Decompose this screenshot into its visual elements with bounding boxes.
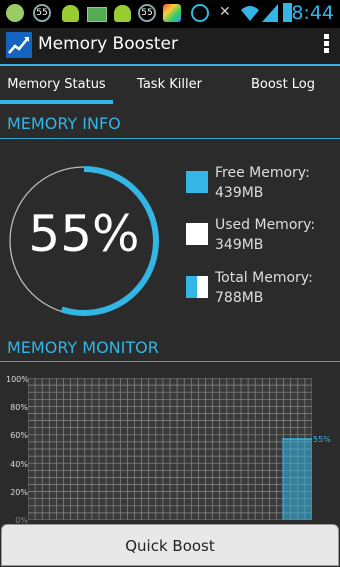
app-title: Memory Booster [38,34,178,54]
y-tick-label: 40% [10,460,28,469]
total-memory-swatch [186,276,208,298]
clock: 8:44 [291,2,334,24]
status-bar: 55 55 ✕ 8:44 [0,0,340,28]
tab-task-killer[interactable]: Task Killer [113,66,226,104]
free-memory-label: Free Memory: [215,165,310,181]
memory-monitor-title: MEMORY MONITOR [7,338,159,357]
active-tab-indicator [0,100,113,104]
y-tick-label: 20% [10,488,28,497]
power-circle-icon [191,4,209,22]
used-memory-value: 349MB [215,237,264,253]
plus-circle-icon [6,4,24,22]
monitor-grid [28,378,312,520]
signal-icon [262,4,278,22]
battery-green-icon [87,7,107,22]
android-icon [114,5,131,22]
current-usage-label: 55% [313,435,331,445]
section-divider [0,361,340,362]
tab-bar: Memory Status Task Killer Boost Log [0,66,340,104]
chart-trend-icon [6,32,32,58]
badge-icon: 55 [138,4,156,22]
wifi-icon [241,6,259,21]
memory-info-title: MEMORY INFO [7,114,121,133]
y-tick-label: 80% [10,403,28,412]
used-memory-swatch [186,223,208,245]
quick-boost-button[interactable]: Quick Boost [1,524,339,566]
android-icon [62,5,79,22]
overflow-menu-icon[interactable] [322,34,330,56]
total-memory-value: 788MB [215,290,264,306]
y-tick-label: 100% [6,375,29,384]
colorful-app-icon [163,4,181,22]
section-divider [0,138,340,139]
memory-monitor-chart: 100% 80% 60% 40% 20% 0% 55% [0,372,340,525]
tab-boost-log[interactable]: Boost Log [226,66,340,104]
mute-icon: ✕ [219,4,231,20]
free-memory-swatch [186,171,208,193]
memory-percent: 55% [28,205,140,263]
free-memory-value: 439MB [215,185,264,201]
tab-memory-status[interactable]: Memory Status [0,66,113,104]
total-memory-label: Total Memory: [215,270,313,286]
action-bar: Memory Booster [0,28,340,64]
y-tick-label: 60% [10,431,28,440]
badge-icon: 55 [33,4,51,22]
used-memory-label: Used Memory: [215,217,316,233]
current-usage-bar [282,439,312,520]
